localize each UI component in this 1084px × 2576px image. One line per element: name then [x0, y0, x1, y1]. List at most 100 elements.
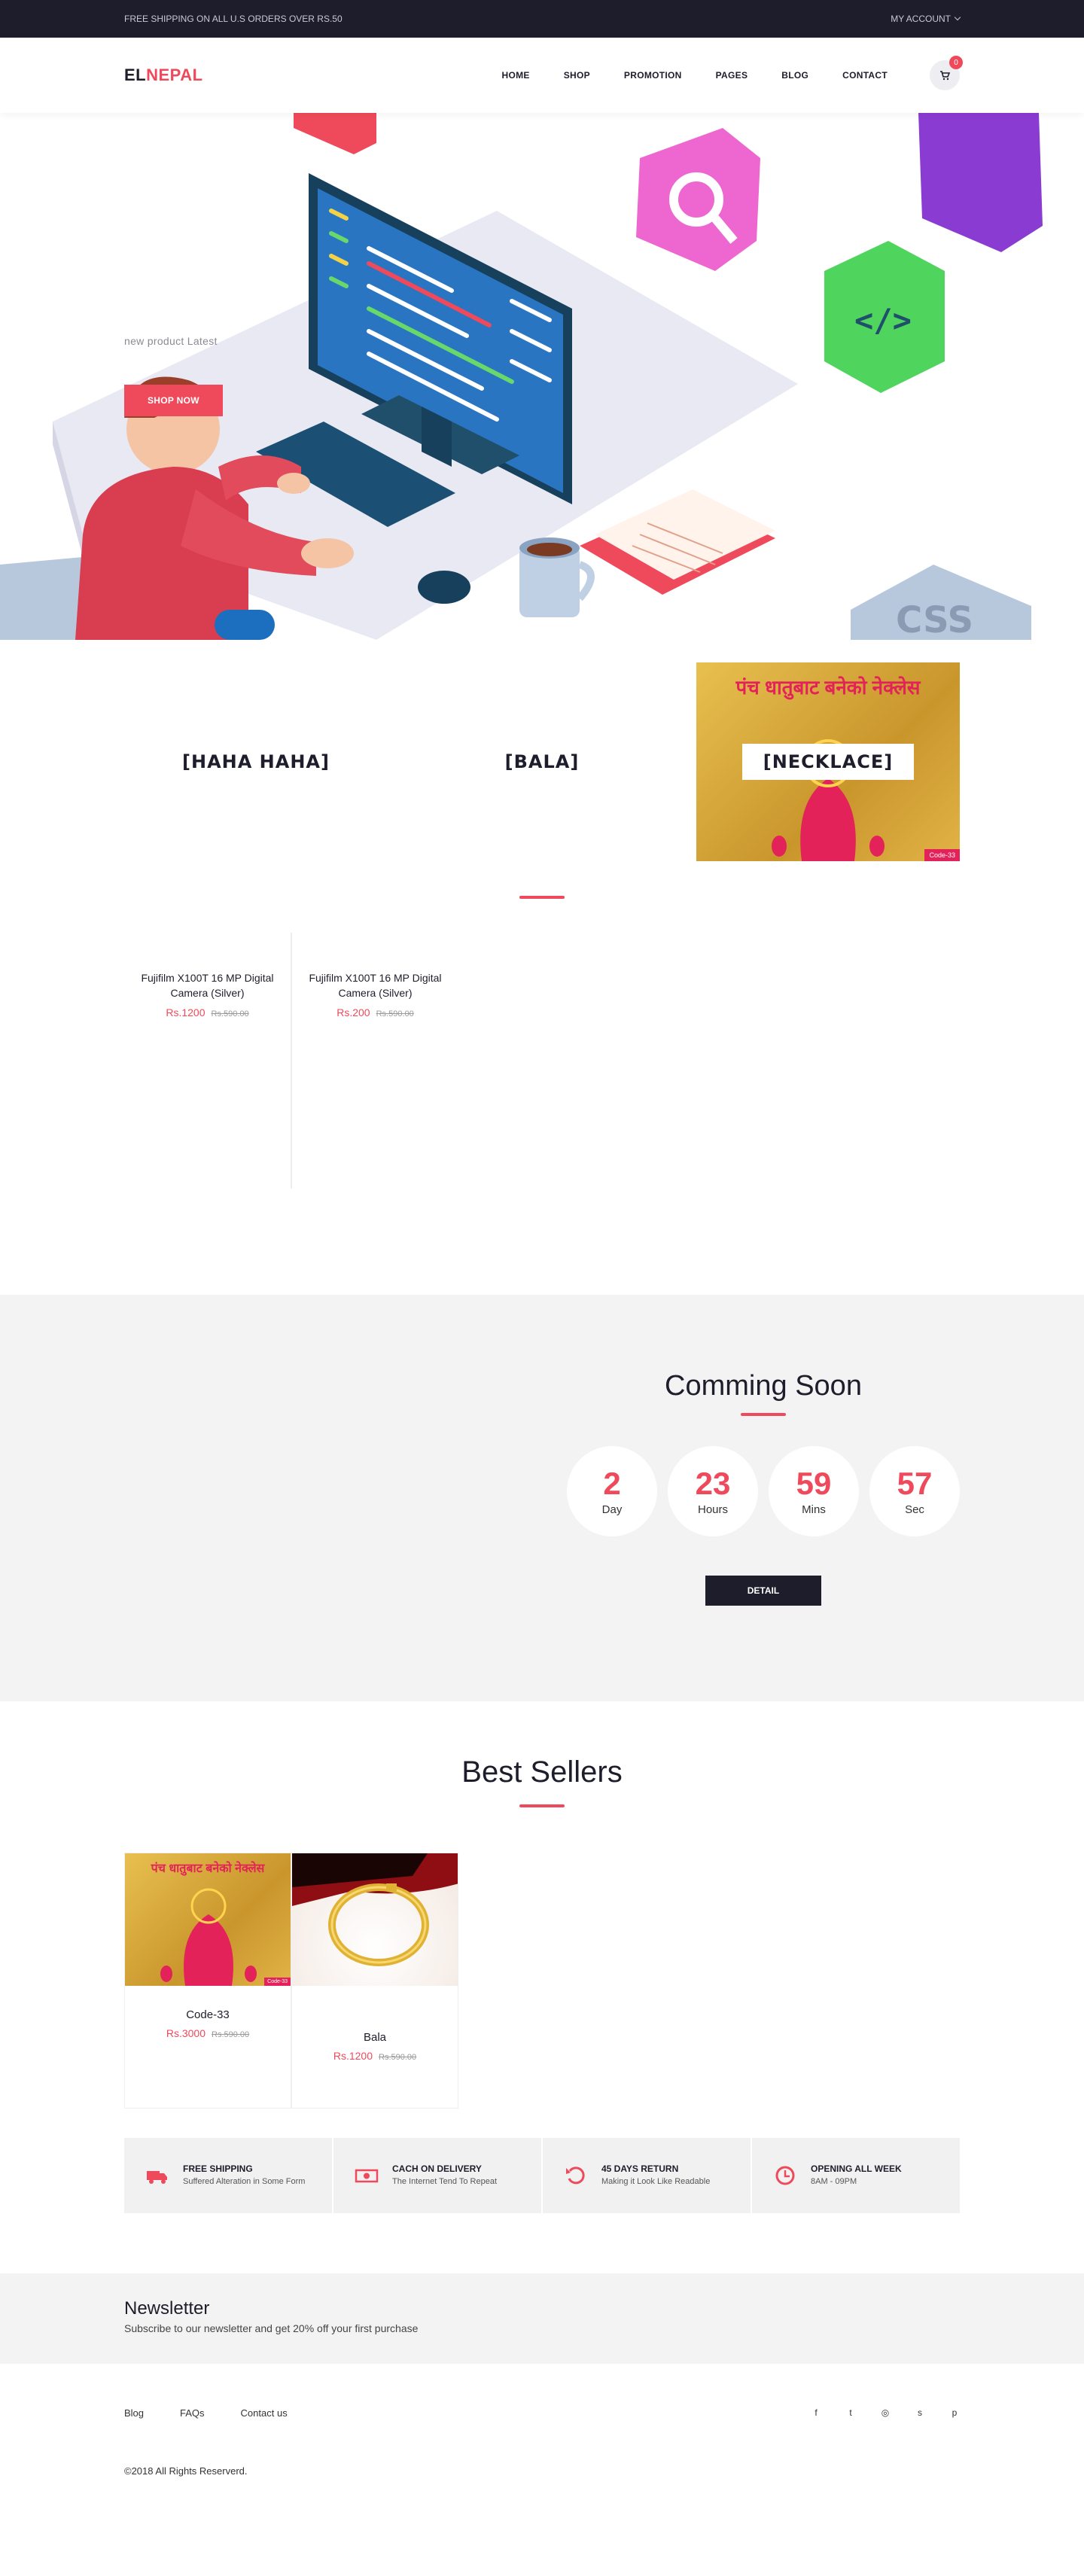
category-card-necklace[interactable]: पंच धातुबाट बनेको नेक्लेस [NECKLACE] Cod…: [696, 662, 960, 861]
necklace-image: [160, 1888, 257, 1986]
newsletter-subtitle: Subscribe to our newsletter and get 20% …: [124, 2322, 419, 2334]
product-name: Fujifilm X100T 16 MP Digital Camera (Sil…: [309, 972, 442, 999]
feature-opening-hours: OPENING ALL WEEK 8AM - 09PM: [752, 2138, 960, 2213]
coming-soon-title: Comming Soon: [665, 1370, 862, 1402]
category-card-bala[interactable]: [BALA]: [410, 662, 674, 861]
code-tag: Code-33: [264, 1978, 291, 1986]
footer-link-blog[interactable]: Blog: [124, 2407, 144, 2419]
feature-free-shipping: FREE SHIPPING Suffered Alteration in Som…: [124, 2138, 333, 2213]
countdown-timer: 2 Day 23 Hours 59 Mins 57 Sec: [567, 1446, 960, 1536]
feature-45-days-return: 45 DAYS RETURN Making it Look Like Reada…: [543, 2138, 752, 2213]
feature-desc: The Internet Tend To Repeat: [392, 2177, 498, 2186]
site-footer: Blog FAQs Contact us f t ◎ s p ©2018 All…: [0, 2364, 1084, 2544]
footer-link-contact[interactable]: Contact us: [241, 2407, 288, 2419]
countdown-label: Mins: [802, 1503, 826, 1516]
feature-title: OPENING ALL WEEK: [811, 2163, 902, 2174]
product-name[interactable]: Bala: [292, 2031, 458, 2044]
twitter-icon[interactable]: t: [845, 2407, 856, 2419]
product-image[interactable]: [292, 1853, 458, 1986]
html-tag-tile: </>: [854, 302, 912, 339]
category-label: [NECKLACE]: [741, 744, 915, 780]
logo-part-2: NEPAL: [146, 65, 203, 84]
facebook-icon[interactable]: f: [811, 2407, 821, 2419]
cart-count-badge: 0: [949, 56, 963, 69]
product-card[interactable]: Fujifilm X100T 16 MP Digital Camera (Sil…: [124, 933, 291, 1189]
necklace-banner-text: पंच धातुबाट बनेको नेक्लेस: [735, 676, 921, 699]
cart-icon: [940, 71, 950, 81]
top-bar: FREE SHIPPING ON ALL U.S ORDERS OVER RS.…: [0, 0, 1084, 38]
countdown-days: 2 Day: [567, 1446, 657, 1536]
product-section: Fujifilm X100T 16 MP Digital Camera (Sil…: [0, 896, 1084, 1272]
product-price: Rs.200 Rs.590.00: [292, 1006, 458, 1019]
cart-button[interactable]: 0: [930, 56, 963, 90]
code-tag: Code-33: [924, 849, 960, 861]
truck-icon: [147, 2171, 167, 2184]
nav-home[interactable]: HOME: [502, 70, 530, 81]
countdown-value: 2: [603, 1465, 621, 1501]
chevron-down-icon: [954, 14, 961, 21]
countdown-hours: 23 Hours: [668, 1446, 758, 1536]
best-seller-card[interactable]: Bala Rs.1200 Rs.590.00: [291, 1853, 458, 2109]
skype-icon[interactable]: s: [915, 2407, 925, 2419]
countdown-mins: 59 Mins: [769, 1446, 859, 1536]
nav-contact[interactable]: CONTACT: [842, 70, 888, 81]
old-price: Rs.590.00: [379, 2053, 417, 2062]
section-divider: [741, 1413, 786, 1416]
countdown-value: 23: [695, 1465, 731, 1501]
section-divider: [519, 896, 565, 899]
current-price: Rs.1200: [166, 1006, 206, 1019]
cash-icon: [355, 2169, 379, 2183]
section-divider: [519, 1804, 565, 1807]
logo[interactable]: ELNEPAL: [124, 65, 203, 85]
main-nav: HOME SHOP PROMOTION PAGES BLOG CONTACT: [502, 70, 888, 81]
logo-part-1: EL: [124, 65, 147, 84]
current-price: Rs.3000: [166, 2027, 206, 2039]
product-price: Rs.3000 Rs.590.00: [125, 2027, 291, 2039]
product-name[interactable]: Code-33: [125, 2008, 291, 2021]
nav-promotion[interactable]: PROMOTION: [624, 70, 682, 81]
countdown-label: Hours: [697, 1503, 728, 1516]
old-price: Rs.590.00: [376, 1009, 414, 1019]
pinterest-icon[interactable]: p: [949, 2407, 960, 2419]
old-price: Rs.590.00: [211, 1009, 249, 1019]
return-icon: [566, 2166, 585, 2185]
product-price: Rs.1200 Rs.590.00: [124, 1006, 291, 1019]
css-tile: CSS: [896, 599, 973, 640]
necklace-image: [772, 739, 885, 861]
nav-shop[interactable]: SHOP: [564, 70, 590, 81]
product-card[interactable]: Fujifilm X100T 16 MP Digital Camera (Sil…: [291, 933, 458, 1189]
feature-cash-on-delivery: CACH ON DELIVERY The Internet Tend To Re…: [333, 2138, 543, 2213]
countdown-secs: 57 Sec: [869, 1446, 960, 1536]
newsletter-section: Newsletter Subscribe to our newsletter a…: [0, 2273, 1084, 2364]
category-card-haha[interactable]: [HAHA HAHA]: [124, 662, 388, 861]
hero-subtitle: new product Latest: [124, 335, 218, 347]
countdown-value: 57: [897, 1465, 933, 1501]
product-image[interactable]: पंच धातुबाट बनेको नेक्लेस Code-33: [125, 1853, 291, 1986]
my-account-menu[interactable]: MY ACCOUNT: [891, 14, 961, 24]
old-price: Rs.590.00: [212, 2030, 250, 2039]
shop-now-button[interactable]: SHOP NOW: [124, 385, 223, 416]
instagram-icon[interactable]: ◎: [880, 2407, 891, 2419]
copyright-text: ©2018 All Rights Reserverd.: [124, 2465, 248, 2477]
feature-title: CACH ON DELIVERY: [392, 2163, 482, 2174]
feature-desc: 8AM - 09PM: [811, 2177, 857, 2186]
feature-desc: Making it Look Like Readable: [601, 2177, 711, 2186]
countdown-label: Sec: [905, 1503, 924, 1516]
coming-soon-section: Comming Soon 2 Day 23 Hours 59 Mins 57 S…: [0, 1295, 1084, 1701]
best-sellers-section: Best Sellers पंच धातुबाट बनेको नेक्लेस C…: [0, 1701, 1084, 2138]
nav-blog[interactable]: BLOG: [781, 70, 808, 81]
hero-banner: </> CSS new product Latest SHOP NOW: [0, 113, 1084, 640]
detail-button[interactable]: DETAIL: [705, 1576, 822, 1606]
footer-links: Blog FAQs Contact us: [124, 2407, 288, 2419]
best-sellers-title: Best Sellers: [461, 1755, 623, 1789]
nav-pages[interactable]: PAGES: [716, 70, 748, 81]
clock-icon: [775, 2166, 795, 2185]
shipping-notice: FREE SHIPPING ON ALL U.S ORDERS OVER RS.…: [124, 14, 343, 24]
site-header: ELNEPAL HOME SHOP PROMOTION PAGES BLOG C…: [0, 38, 1084, 113]
bangle-image: [292, 1853, 458, 1966]
feature-title: FREE SHIPPING: [183, 2163, 253, 2174]
footer-link-faqs[interactable]: FAQs: [180, 2407, 205, 2419]
newsletter-title: Newsletter: [124, 2298, 210, 2319]
social-links: f t ◎ s p: [811, 2407, 960, 2419]
best-seller-card[interactable]: पंच धातुबाट बनेको नेक्लेस Code-33 Code-3…: [124, 1853, 291, 2109]
